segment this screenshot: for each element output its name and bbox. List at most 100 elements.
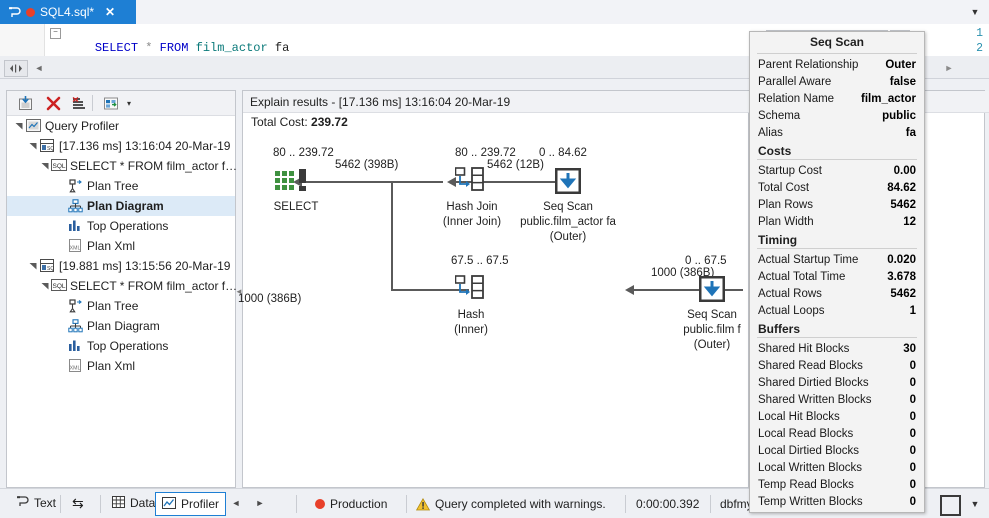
delete-icon[interactable] — [43, 95, 63, 112]
node-cost-seqscanfa: 0 .. 84.62 — [539, 147, 587, 159]
scroll-left-icon[interactable]: ◄ — [30, 60, 48, 75]
options-icon[interactable] — [101, 95, 121, 112]
seq-scan-icon[interactable] — [698, 275, 726, 306]
tooltip-divider — [757, 159, 917, 160]
connection-status[interactable]: Production — [315, 494, 387, 514]
query-message: Query completed with warnings. — [415, 494, 606, 514]
expand-collapse-icon[interactable] — [41, 281, 49, 292]
node-title-seqscanfa: Seq Scan — [543, 201, 593, 213]
tree-item-plan-xml[interactable]: XML Plan Xml — [7, 356, 235, 376]
expand-collapse-icon[interactable] — [13, 121, 24, 132]
tooltip-row-key: Shared Dirtied Blocks — [758, 376, 869, 389]
tooltip-row: Shared Hit Blocks 30 — [750, 340, 924, 357]
tooltip-row-value: 0 — [909, 376, 916, 389]
tooltip-row-value: 0.020 — [887, 253, 916, 266]
tooltip-row: Total Cost 84.62 — [750, 179, 924, 196]
plan-xml-icon: XML — [68, 239, 83, 253]
tab-title: SQL4.sql* — [40, 5, 95, 19]
tooltip-row: Startup Cost 0.00 — [750, 162, 924, 179]
plan-xml-icon: XML — [68, 359, 83, 373]
tooltip-row-key: Shared Hit Blocks — [758, 342, 850, 355]
tooltip-row-key: Actual Startup Time — [758, 253, 859, 266]
node-details-tooltip: Seq Scan Parent Relationship Outer Paralle… — [749, 31, 925, 513]
editor-split-button[interactable] — [4, 60, 28, 77]
tree-item-label: Plan Xml — [87, 239, 136, 253]
edge-line — [391, 181, 393, 291]
tree-item-plan-diagram[interactable]: Plan Diagram — [7, 316, 235, 336]
explain-results-header: Explain results - [17.136 ms] 13:16:04 2… — [243, 91, 755, 113]
tree-item-top-operations[interactable]: Top Operations — [7, 216, 235, 236]
tooltip-row: Relation Name film_actor — [750, 90, 924, 107]
tooltip-row-value: 0 — [909, 410, 916, 423]
plan-tree-icon — [68, 299, 83, 313]
result-set-icon[interactable] — [275, 169, 313, 198]
tooltip-row: Parent Relationship Outer — [750, 56, 924, 73]
tab-data[interactable]: Data — [106, 492, 161, 514]
nav-prev-icon[interactable]: ◄ — [228, 494, 244, 512]
tree-item-label: Plan Tree — [87, 299, 139, 313]
scroll-right-icon[interactable]: ► — [940, 60, 958, 75]
save-profile-icon[interactable] — [15, 95, 35, 112]
top-operations-icon — [68, 219, 83, 233]
tooltip-row-value: 12 — [903, 215, 916, 228]
plan-tree-icon — [68, 179, 83, 193]
tooltip-divider — [757, 53, 917, 54]
profiler-tree[interactable]: Query Profiler SQ [17.136 ms] 13:16:04 20-… — [7, 116, 238, 376]
tooltip-row-value: fa — [905, 126, 916, 139]
code-fold-toggle[interactable]: − — [50, 28, 61, 39]
status-toggle-button[interactable] — [940, 495, 961, 516]
tab-data-label: Data — [130, 496, 156, 510]
hash-icon[interactable] — [454, 275, 487, 306]
hash-join-icon[interactable] — [454, 167, 487, 198]
tree-item-select-from-film-actor-f[interactable]: SQL SELECT * FROM film_actor f… — [7, 156, 238, 176]
chevron-down-icon[interactable]: ▼ — [967, 4, 983, 20]
tooltip-row-value: 0.00 — [893, 164, 916, 177]
tree-item-plan-tree[interactable]: Plan Tree — [7, 176, 235, 196]
tooltip-row-key: Shared Read Blocks — [758, 359, 863, 372]
tooltip-row-value: false — [889, 75, 916, 88]
tooltip-divider — [757, 248, 917, 249]
tree-item-select-from-film-actor-f[interactable]: SQL SELECT * FROM film_actor f… — [7, 276, 237, 296]
tooltip-group-header: Timing — [758, 233, 798, 247]
tree-item-label: Plan Diagram — [87, 319, 160, 333]
tree-item-plan-xml[interactable]: XML Plan Xml — [7, 236, 235, 256]
tree-item-plan-tree[interactable]: Plan Tree — [7, 296, 235, 316]
node-cost-select: 80 .. 239.72 — [273, 147, 334, 159]
document-tab-strip: SQL4.sql* ✕ ▼ — [0, 0, 989, 25]
status-caret-icon[interactable]: ▼ — [967, 495, 983, 512]
expand-collapse-icon[interactable] — [27, 141, 38, 152]
tab-sql4[interactable]: SQL4.sql* ✕ — [0, 0, 136, 24]
tooltip-row-value: 5462 — [890, 198, 916, 211]
tree-item-label: SELECT * FROM film_actor f… — [70, 159, 238, 173]
tooltip-row: Actual Rows 5462 — [750, 285, 924, 302]
tree-item-17-136-ms-13-16-04-20-mar-19[interactable]: SQ [17.136 ms] 13:16:04 20-Mar-19 — [7, 136, 235, 156]
node-title-select: SELECT — [273, 201, 319, 213]
tree-item-label: Query Profiler — [45, 119, 120, 133]
close-icon[interactable]: ✕ — [105, 5, 115, 19]
clear-all-icon[interactable] — [69, 95, 89, 112]
status-resize-grip — [932, 495, 939, 512]
tooltip-row: Actual Startup Time 0.020 — [750, 251, 924, 268]
tree-item-plan-diagram[interactable]: Plan Diagram — [7, 196, 235, 216]
options-dropdown-icon[interactable]: ▾ — [119, 95, 139, 112]
query-message-label: Query completed with warnings. — [435, 497, 606, 511]
seq-scan-icon[interactable] — [554, 167, 582, 198]
tree-item-top-operations[interactable]: Top Operations — [7, 336, 235, 356]
tooltip-body: Parent Relationship Outer Parallel Aware fa… — [750, 56, 924, 510]
line-number: 1 — [976, 27, 983, 40]
tree-item-19-881-ms-13-15-56-20-mar-19[interactable]: SQ [19.881 ms] 13:15:56 20-Mar-19 — [7, 256, 235, 276]
swap-views-button[interactable]: ⇆ — [66, 492, 90, 514]
svg-text:SQL: SQL — [52, 283, 65, 290]
tree-item-query-profiler[interactable]: Query Profiler — [7, 116, 235, 136]
nav-next-icon[interactable]: ► — [252, 494, 268, 512]
tooltip-row-key: Plan Width — [758, 215, 814, 228]
tab-text[interactable]: Text — [10, 492, 62, 514]
expand-collapse-icon[interactable] — [41, 161, 49, 172]
tree-item-label: Plan Xml — [87, 359, 136, 373]
expand-collapse-icon[interactable] — [27, 261, 38, 272]
total-cost: Total Cost: 239.72 — [251, 115, 348, 129]
tab-profiler[interactable]: Profiler — [155, 492, 227, 516]
